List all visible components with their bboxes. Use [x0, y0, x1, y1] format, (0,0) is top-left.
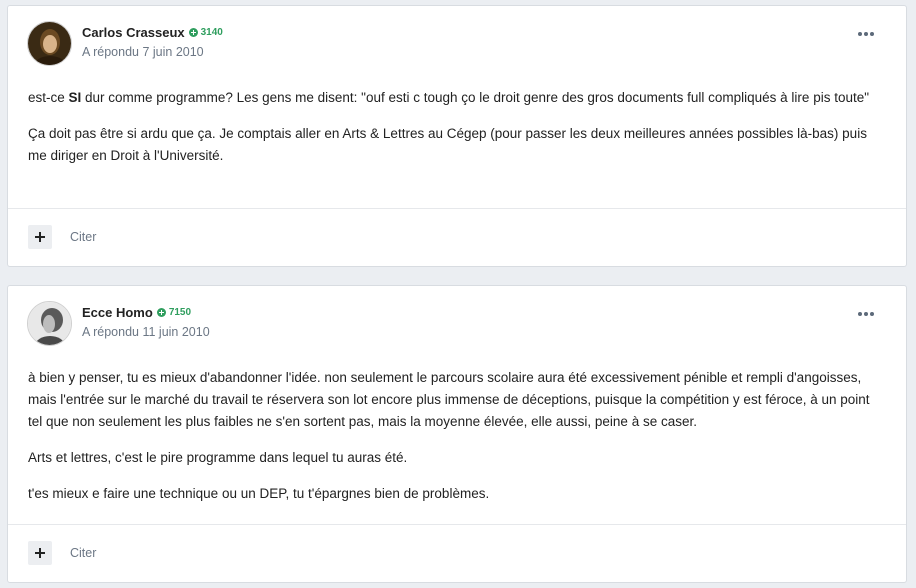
post-paragraph: à bien y penser, tu es mieux d'abandonne…	[28, 370, 870, 429]
forum-post: Carlos Crasseux 3140 A répondu 7 juin 20…	[7, 5, 907, 267]
post-author: Carlos Crasseux 3140 A répondu 7 juin 20…	[27, 21, 223, 66]
post-footer: Citer	[8, 524, 906, 582]
react-plus-button[interactable]	[28, 541, 52, 565]
post-paragraph: Arts et lettres, c'est le pire programme…	[28, 450, 408, 465]
reputation-badge[interactable]: 3140	[188, 27, 223, 38]
post-paragraph: Ça doit pas être si ardu que ça. Je comp…	[28, 126, 867, 163]
reputation-badge[interactable]: 7150	[156, 307, 192, 318]
plus-circle-icon	[156, 308, 166, 317]
author-name[interactable]: Carlos Crasseux	[82, 25, 185, 40]
name-line: Carlos Crasseux 3140	[82, 25, 223, 40]
post-author: Ecce Homo 7150 A répondu 11 juin 2010	[27, 301, 210, 346]
post-paragraph: est-ce SI dur comme programme? Les gens …	[28, 90, 870, 105]
post-content: à bien y penser, tu es mieux d'abandonne…	[28, 367, 886, 519]
more-options-icon[interactable]	[858, 32, 874, 36]
quote-button[interactable]: Citer	[70, 230, 96, 244]
name-line: Ecce Homo 7150	[82, 305, 210, 320]
forum-post: Ecce Homo 7150 A répondu 11 juin 2010 à …	[7, 285, 907, 583]
quote-button[interactable]: Citer	[70, 546, 96, 560]
avatar[interactable]	[27, 21, 72, 66]
author-meta: Ecce Homo 7150 A répondu 11 juin 2010	[82, 305, 210, 339]
post-paragraph: t'es mieux e faire une technique ou un D…	[28, 486, 490, 501]
reputation-count: 7150	[168, 307, 192, 318]
post-timestamp[interactable]: A répondu 11 juin 2010	[82, 325, 210, 339]
avatar[interactable]	[27, 301, 72, 346]
more-options-icon[interactable]	[858, 312, 874, 316]
react-plus-button[interactable]	[28, 225, 52, 249]
author-meta: Carlos Crasseux 3140 A répondu 7 juin 20…	[82, 25, 223, 59]
plus-circle-icon	[188, 28, 198, 37]
post-footer: Citer	[8, 208, 906, 266]
author-name[interactable]: Ecce Homo	[82, 305, 153, 320]
post-timestamp[interactable]: A répondu 7 juin 2010	[82, 45, 223, 59]
post-content: est-ce SI dur comme programme? Les gens …	[28, 87, 886, 181]
reputation-count: 3140	[200, 27, 223, 38]
